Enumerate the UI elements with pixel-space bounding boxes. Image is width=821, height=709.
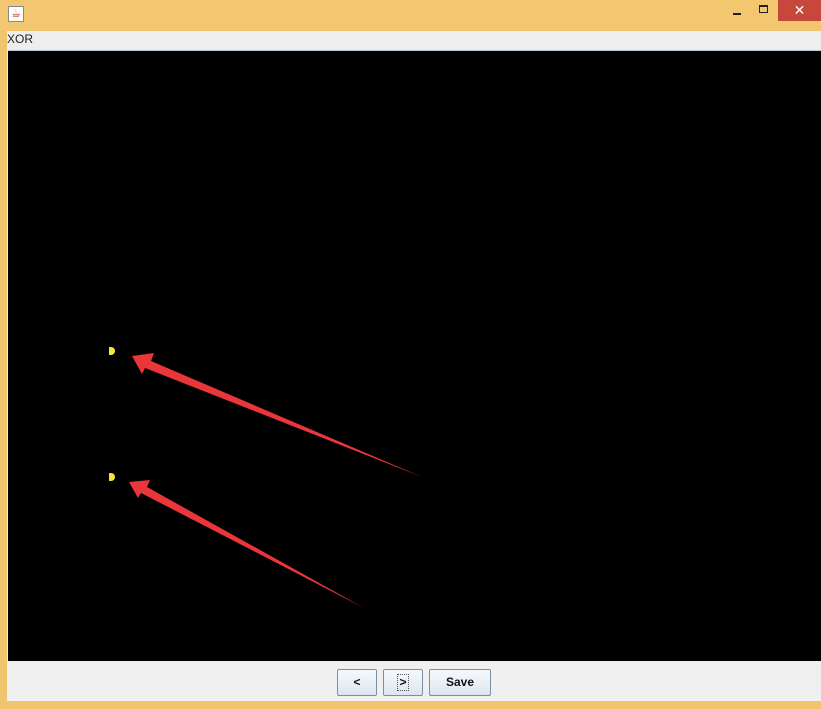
content-pane: XOR < > Save (7, 31, 821, 701)
button-bar: < > Save (7, 662, 821, 701)
app-window: ☕ ✕ XOR < > Save (0, 0, 821, 709)
minimize-button[interactable] (723, 0, 750, 21)
title-bar[interactable]: ☕ ✕ (0, 0, 821, 30)
maximize-button[interactable] (751, 0, 778, 21)
next-button-label: > (397, 674, 409, 691)
annotation-arrows (129, 353, 422, 608)
annotation-arrow-upper (132, 353, 422, 477)
java-cup-icon[interactable]: ☕ (8, 6, 24, 22)
save-button[interactable]: Save (429, 669, 491, 696)
close-button[interactable]: ✕ (778, 0, 821, 21)
panel-title: XOR (7, 32, 34, 46)
next-button[interactable]: > (383, 669, 423, 696)
close-icon: ✕ (793, 3, 806, 19)
annotation-arrow-lower (129, 480, 364, 608)
minimize-icon (733, 13, 741, 15)
drawing-canvas[interactable] (8, 50, 821, 661)
maximize-icon (759, 5, 768, 13)
previous-button[interactable]: < (337, 669, 377, 696)
